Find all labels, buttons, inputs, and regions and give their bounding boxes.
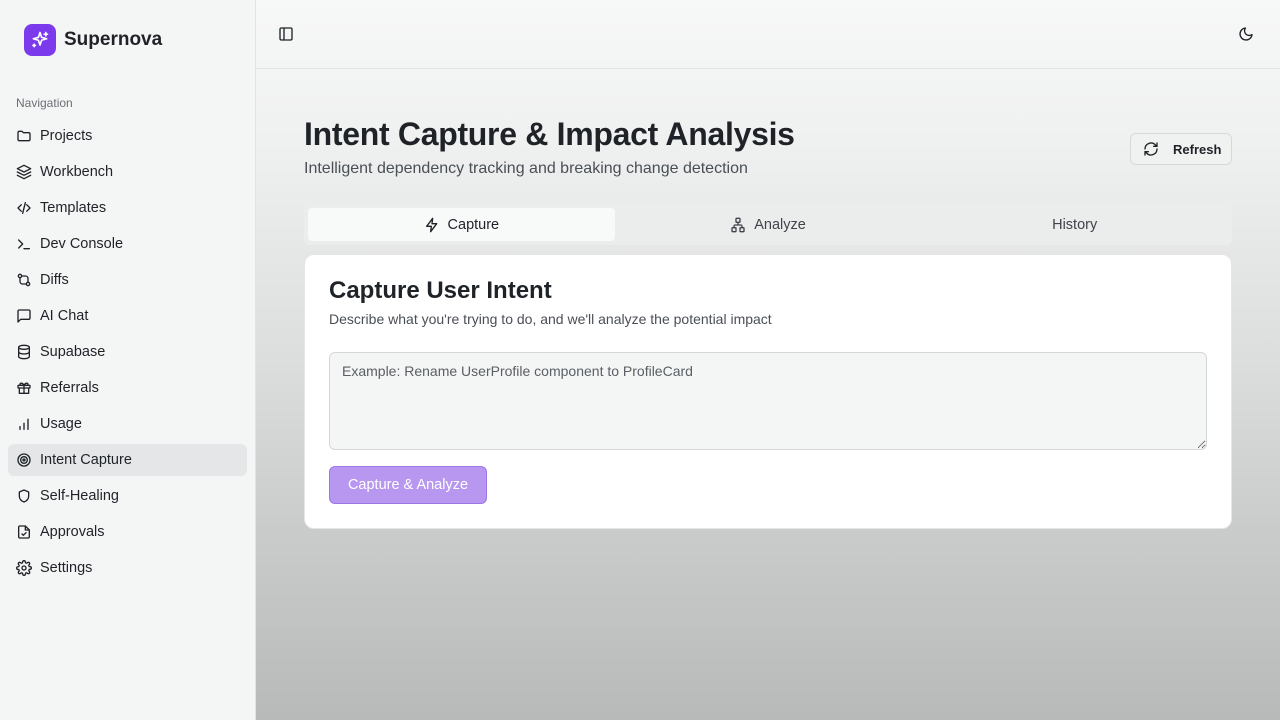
layers-icon [16, 164, 32, 180]
sidebar-nav: Projects Workbench Templates Dev Console… [8, 120, 247, 588]
capture-card: Capture User Intent Describe what you're… [304, 254, 1232, 529]
folder-icon [17, 130, 31, 142]
tab-label: History [1052, 216, 1098, 233]
sidebar-item-settings[interactable]: Settings [8, 552, 247, 584]
git-compare-icon [17, 273, 31, 287]
sidebar-item-projects[interactable]: Projects [8, 120, 247, 152]
sidebar-item-label: Intent Capture [40, 452, 132, 468]
gear-icon [16, 560, 32, 576]
tab-analyze[interactable]: Analyze [615, 208, 922, 241]
refresh-button[interactable]: Refresh [1130, 133, 1232, 165]
page-subtitle: Intelligent dependency tracking and brea… [304, 160, 748, 177]
sidebar-item-referrals[interactable]: Referrals [8, 372, 247, 404]
bar-chart-icon [19, 418, 29, 430]
sidebar-item-intent-capture[interactable]: Intent Capture [8, 444, 247, 476]
sidebar-item-diffs[interactable]: Diffs [8, 264, 247, 296]
main-content: Intent Capture & Impact Analysis Intelli… [256, 0, 1280, 720]
sidebar: Supernova Navigation Projects Workbench … [0, 0, 256, 720]
tab-label: Analyze [754, 216, 806, 233]
tab-label: Capture [447, 216, 500, 233]
moon-icon [1239, 27, 1253, 41]
tab-list: Capture Analyze History [304, 204, 1232, 245]
sidebar-item-label: Approvals [40, 524, 105, 540]
refresh-label: Refresh [1173, 141, 1222, 157]
sidebar-item-label: Self-Healing [40, 488, 119, 504]
intent-input[interactable] [329, 352, 1207, 450]
zap-icon [425, 217, 437, 232]
sidebar-item-workbench[interactable]: Workbench [8, 156, 247, 188]
sidebar-item-label: Referrals [40, 380, 99, 396]
database-icon [18, 344, 30, 360]
gift-icon [17, 382, 31, 394]
brand-name: Supernova [64, 29, 163, 50]
refresh-icon [1144, 142, 1158, 156]
sparkles-icon [24, 24, 56, 56]
brand[interactable]: Supernova [24, 24, 162, 56]
tab-history[interactable]: History [921, 208, 1228, 241]
sidebar-toggle-button[interactable] [272, 20, 300, 48]
sidebar-item-label: AI Chat [40, 308, 89, 324]
sidebar-toggle-icon [279, 27, 293, 41]
code-icon [17, 202, 31, 214]
sidebar-item-templates[interactable]: Templates [8, 192, 247, 224]
sidebar-item-ai-chat[interactable]: AI Chat [8, 300, 247, 332]
topbar [256, 0, 1280, 69]
card-title: Capture User Intent [329, 277, 552, 304]
sidebar-item-label: Usage [40, 416, 82, 432]
card-description: Describe what you're trying to do, and w… [329, 311, 772, 327]
sidebar-item-label: Projects [40, 128, 93, 144]
sidebar-item-label: Supabase [40, 344, 106, 360]
sidebar-item-label: Templates [40, 200, 107, 216]
sidebar-item-dev-console[interactable]: Dev Console [8, 228, 247, 260]
capture-analyze-button[interactable]: Capture & Analyze [329, 466, 487, 504]
message-square-icon [17, 309, 31, 323]
sidebar-item-usage[interactable]: Usage [8, 408, 247, 440]
theme-toggle-button[interactable] [1232, 20, 1260, 48]
shield-icon [18, 489, 30, 503]
sidebar-item-approvals[interactable]: Approvals [8, 516, 247, 548]
sidebar-item-label: Dev Console [40, 236, 124, 252]
nav-heading: Navigation [16, 96, 73, 110]
network-icon [731, 217, 745, 232]
tab-capture[interactable]: Capture [308, 208, 615, 241]
sidebar-item-label: Settings [40, 560, 93, 576]
sidebar-item-self-healing[interactable]: Self-Healing [8, 480, 247, 512]
target-icon [17, 453, 31, 467]
terminal-icon [18, 239, 30, 250]
file-check-icon [18, 525, 30, 539]
sidebar-item-supabase[interactable]: Supabase [8, 336, 247, 368]
sidebar-item-label: Diffs [40, 272, 69, 288]
page-title: Intent Capture & Impact Analysis [304, 116, 795, 152]
sidebar-item-label: Workbench [40, 164, 114, 180]
